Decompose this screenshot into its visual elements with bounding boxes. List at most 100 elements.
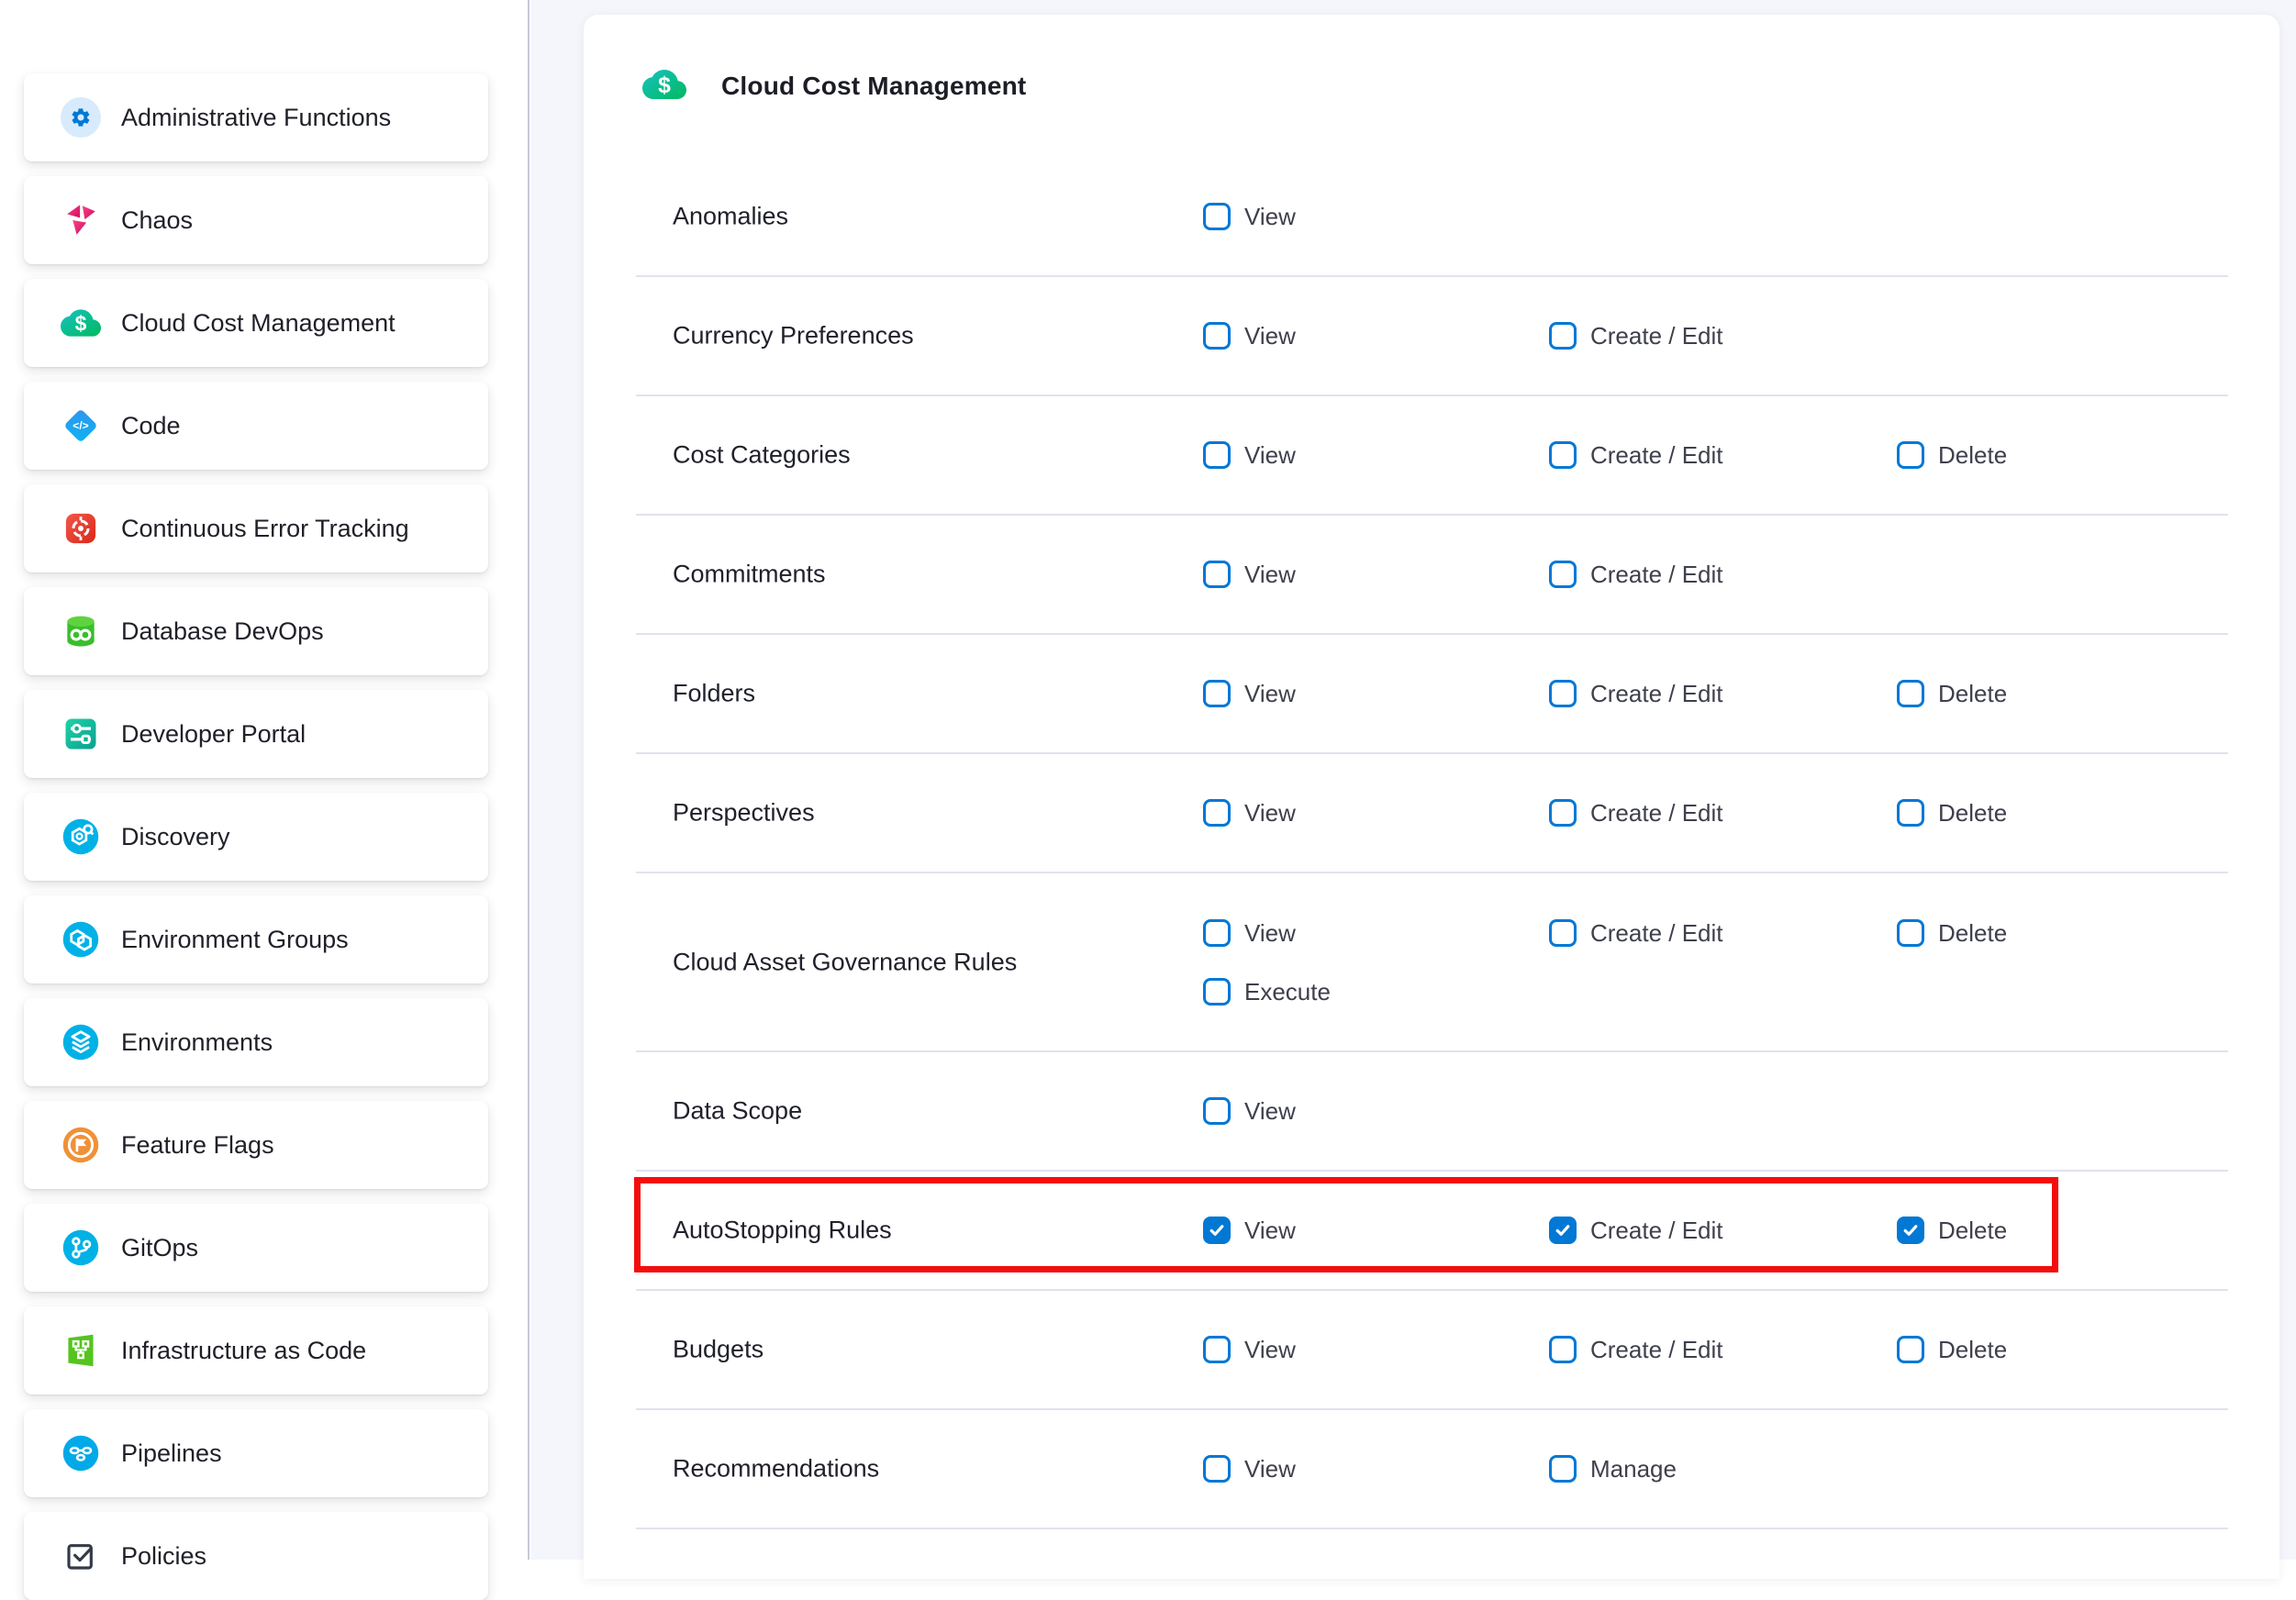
unchecked-checkbox[interactable] [1203,561,1231,588]
permission-option-view[interactable]: View [1203,561,1296,588]
permissions-list: AnomaliesViewCurrency PreferencesViewCre… [636,158,2228,1529]
unchecked-checkbox[interactable] [1203,680,1231,707]
permission-option-delete[interactable]: Delete [1897,441,2007,469]
unchecked-checkbox[interactable] [1203,1336,1231,1363]
sidebar-item-discovery[interactable]: Discovery [24,793,488,881]
permission-option-view[interactable]: View [1203,919,1296,947]
permission-option-view[interactable]: View [1203,1097,1296,1125]
sidebar-item-developer-portal[interactable]: Developer Portal [24,690,488,778]
unchecked-checkbox[interactable] [1203,1455,1231,1483]
unchecked-checkbox[interactable] [1897,680,1924,707]
permission-name: Cost Categories [673,441,851,470]
permission-option-view[interactable]: View [1203,1336,1296,1363]
chaos-icon [61,200,101,240]
unchecked-checkbox[interactable] [1549,561,1577,588]
permission-option-view[interactable]: View [1203,799,1296,827]
checked-checkbox[interactable] [1203,1217,1231,1244]
unchecked-checkbox[interactable] [1203,978,1231,1006]
permission-option-view[interactable]: View [1203,1217,1296,1244]
permission-option-create-edit[interactable]: Create / Edit [1549,441,1723,469]
permission-option-view[interactable]: View [1203,203,1296,230]
checkbox-label: Delete [1938,441,2007,470]
permissions-card: $ Cloud Cost Management AnomaliesViewCur… [584,15,2279,1579]
sidebar-item-code[interactable]: </>Code [24,382,488,470]
permission-row-budgets: Budgets View Create / Edit Delete [636,1291,2228,1410]
unchecked-checkbox[interactable] [1549,1336,1577,1363]
svg-text:$: $ [75,311,87,335]
environment-groups-icon [61,919,101,960]
sidebar-item-label: Continuous Error Tracking [121,515,409,543]
developer-portal-icon [61,714,101,754]
unchecked-checkbox[interactable] [1203,799,1231,827]
permission-option-delete[interactable]: Delete [1897,680,2007,707]
sidebar-item-label: Chaos [121,206,193,235]
checkbox-label: View [1244,919,1296,948]
sidebar-item-pipelines[interactable]: Pipelines [24,1409,488,1497]
permission-option-create-edit[interactable]: Create / Edit [1549,1336,1723,1363]
sidebar-item-administrative-functions[interactable]: Administrative Functions [24,73,488,161]
permission-option-create-edit[interactable]: Create / Edit [1549,919,1723,947]
unchecked-checkbox[interactable] [1203,441,1231,469]
checkbox-label: Delete [1938,1217,2007,1245]
sidebar-item-label: Database DevOps [121,617,324,646]
unchecked-checkbox[interactable] [1549,799,1577,827]
permission-option-create-edit[interactable]: Create / Edit [1549,680,1723,707]
unchecked-checkbox[interactable] [1203,919,1231,947]
sidebar-item-environments[interactable]: Environments [24,998,488,1086]
unchecked-checkbox[interactable] [1203,1097,1231,1125]
checkbox-label: View [1244,203,1296,231]
permission-option-execute[interactable]: Execute [1203,978,1331,1006]
permission-option-view[interactable]: View [1203,322,1296,350]
sidebar-item-gitops[interactable]: GitOps [24,1204,488,1292]
permission-option-create-edit[interactable]: Create / Edit [1549,561,1723,588]
unchecked-checkbox[interactable] [1897,919,1924,947]
sidebar-item-label: Cloud Cost Management [121,309,396,338]
permission-name: Budgets [673,1336,763,1364]
checked-checkbox[interactable] [1549,1217,1577,1244]
sidebar-item-environment-groups[interactable]: Environment Groups [24,895,488,983]
unchecked-checkbox[interactable] [1549,919,1577,947]
permission-row-recommendations: Recommendations View Manage [636,1410,2228,1529]
permission-option-create-edit[interactable]: Create / Edit [1549,322,1723,350]
policies-icon [61,1536,101,1576]
sidebar-item-database-devops[interactable]: Database DevOps [24,587,488,675]
sidebar-item-label: Developer Portal [121,720,306,749]
unchecked-checkbox[interactable] [1203,203,1231,230]
sidebar-item-cloud-cost-management[interactable]: $ Cloud Cost Management [24,279,488,367]
environments-icon [61,1022,101,1062]
unchecked-checkbox[interactable] [1549,1455,1577,1483]
permission-option-create-edit[interactable]: Create / Edit [1549,799,1723,827]
permission-name: Folders [673,680,755,708]
permission-option-delete[interactable]: Delete [1897,1217,2007,1244]
permission-option-view[interactable]: View [1203,441,1296,469]
sidebar-item-infrastructure-as-code[interactable]: Infrastructure as Code [24,1306,488,1394]
sidebar-item-label: Code [121,412,181,440]
main-panel: $ Cloud Cost Management AnomaliesViewCur… [531,0,2296,1560]
permission-option-delete[interactable]: Delete [1897,1336,2007,1363]
permission-option-view[interactable]: View [1203,1455,1296,1483]
checkbox-label: Manage [1590,1455,1677,1483]
unchecked-checkbox[interactable] [1897,799,1924,827]
permission-option-manage[interactable]: Manage [1549,1455,1677,1483]
checked-checkbox[interactable] [1897,1217,1924,1244]
checkbox-label: Create / Edit [1590,919,1723,948]
unchecked-checkbox[interactable] [1549,680,1577,707]
unchecked-checkbox[interactable] [1203,322,1231,350]
sidebar-item-feature-flags[interactable]: Feature Flags [24,1101,488,1189]
unchecked-checkbox[interactable] [1549,322,1577,350]
permission-option-create-edit[interactable]: Create / Edit [1549,1217,1723,1244]
sidebar-item-label: Feature Flags [121,1131,274,1160]
permission-name: Recommendations [673,1455,879,1483]
permission-option-delete[interactable]: Delete [1897,919,2007,947]
unchecked-checkbox[interactable] [1897,1336,1924,1363]
permission-option-delete[interactable]: Delete [1897,799,2007,827]
sidebar-item-policies[interactable]: Policies [24,1512,488,1600]
checkbox-label: View [1244,799,1296,828]
sidebar-item-continuous-error-tracking[interactable]: Continuous Error Tracking [24,484,488,572]
sidebar: Administrative Functions Chaos $ Cloud Cost… [0,0,529,1560]
permission-option-view[interactable]: View [1203,680,1296,707]
unchecked-checkbox[interactable] [1897,441,1924,469]
unchecked-checkbox[interactable] [1549,441,1577,469]
checkbox-label: View [1244,1336,1296,1364]
sidebar-item-chaos[interactable]: Chaos [24,176,488,264]
